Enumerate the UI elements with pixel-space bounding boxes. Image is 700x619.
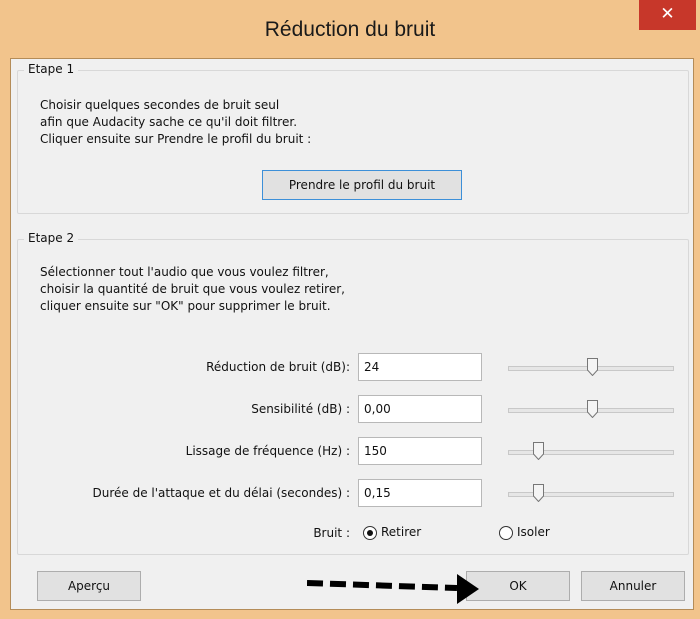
isolate-radio-label[interactable]: Isoler — [517, 524, 550, 541]
step2-line: Sélectionner tout l'audio que vous voule… — [40, 265, 329, 279]
sensitivity-field[interactable]: 0,00 — [358, 395, 482, 423]
frequency-smoothing-label: Lissage de fréquence (Hz) : — [185, 444, 350, 458]
noise-reduction-slider-thumb[interactable] — [586, 358, 598, 377]
sensitivity-label: Sensibilité (dB) : — [251, 402, 350, 416]
step1-line: Choisir quelques secondes de bruit seul — [40, 98, 280, 112]
preview-button[interactable]: Aperçu — [37, 571, 141, 601]
attack-decay-slider-thumb[interactable] — [532, 484, 544, 503]
step1-legend: Etape 1 — [24, 62, 79, 76]
close-icon: ✕ — [660, 4, 675, 24]
dialog-window: Réduction du bruit ✕ Etape 1 Choisir que… — [0, 0, 700, 619]
remove-radio[interactable] — [363, 526, 377, 540]
dashed-arrow-icon — [307, 574, 479, 604]
step1-line: Cliquer ensuite sur Prendre le profil du… — [40, 132, 312, 146]
dialog-title: Réduction du bruit — [264, 18, 436, 41]
take-noise-profile-button[interactable]: Prendre le profil du bruit — [262, 170, 462, 200]
ok-button[interactable]: OK — [466, 571, 570, 601]
dialog-body: Etape 1 Choisir quelques secondes de bru… — [10, 58, 694, 610]
step1-group: Etape 1 Choisir quelques secondes de bru… — [17, 62, 689, 214]
isolate-radio[interactable] — [499, 526, 513, 540]
close-button[interactable]: ✕ — [639, 0, 696, 30]
step2-line: choisir la quantité de bruit que vous vo… — [40, 282, 345, 296]
step2-line: cliquer ensuite sur "OK" pour supprimer … — [40, 299, 331, 313]
noise-reduction-label: Réduction de bruit (dB): — [206, 360, 350, 374]
radio-selected-dot — [367, 530, 373, 536]
attack-decay-field[interactable]: 0,15 — [358, 479, 482, 507]
step2-legend: Etape 2 — [24, 231, 79, 245]
noise-reduction-field[interactable]: 24 — [358, 353, 482, 381]
title-bar[interactable]: Réduction du bruit ✕ — [0, 0, 700, 58]
noise-mode-label: Bruit : — [313, 526, 350, 540]
remove-radio-label[interactable]: Retirer — [381, 524, 421, 541]
frequency-smoothing-field[interactable]: 150 — [358, 437, 482, 465]
attack-decay-label: Durée de l'attaque et du délai (secondes… — [92, 486, 350, 500]
step1-line: afin que Audacity sache ce qu'il doit fi… — [40, 115, 298, 129]
frequency-smoothing-slider-thumb[interactable] — [532, 442, 544, 461]
sensitivity-slider-thumb[interactable] — [586, 400, 598, 419]
cancel-button[interactable]: Annuler — [581, 571, 685, 601]
step2-group: Etape 2 Sélectionner tout l'audio que vo… — [17, 231, 689, 555]
